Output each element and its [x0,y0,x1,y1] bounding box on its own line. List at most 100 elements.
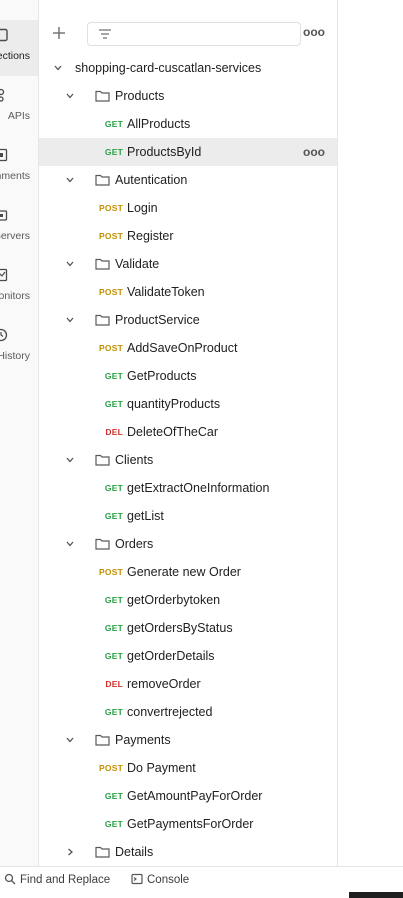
request-row[interactable]: DEL removeOrder [39,670,337,698]
status-bar: Find and Replace Console [0,866,403,893]
request-row[interactable]: DEL DeleteOfTheCar [39,418,337,446]
rail-label: Collections [0,50,30,62]
request-row[interactable]: POST Login [39,194,337,222]
method-badge: POST [99,287,123,297]
chevron-right-icon[interactable] [65,847,75,857]
collection-name: shopping-card-cuscatlan-services [75,61,262,75]
folder-row[interactable]: Clients [39,446,337,474]
request-label: getOrderbytoken [127,593,221,607]
request-row[interactable]: GET getOrderDetails [39,642,337,670]
more-options-button[interactable]: ooo [303,25,325,39]
chevron-down-icon[interactable] [65,315,75,325]
folder-row[interactable]: Payments [39,726,337,754]
collections-icon [0,28,8,42]
request-label: quantityProducts [127,397,221,411]
search-icon [4,873,16,885]
request-row[interactable]: GET convertrejected [39,698,337,726]
folder-row[interactable]: Autentication [39,166,337,194]
method-badge: POST [99,203,123,213]
method-badge: GET [104,483,123,493]
method-badge: GET [104,651,123,661]
folder-row[interactable]: Details [39,838,337,866]
request-label: getExtractOneInformation [127,481,270,495]
mock-servers-icon [0,210,8,221]
folder-row[interactable]: Products [39,82,337,110]
method-badge: POST [99,763,123,773]
request-row[interactable]: GET GetAmountPayForOrder [39,782,337,810]
method-badge: DEL [105,427,123,437]
rail-label: APIs [7,110,30,122]
rail-item-mock-servers[interactable]: Mock Servers [0,200,38,256]
request-row[interactable]: GET getExtractOneInformation [39,474,337,502]
request-label: GetProducts [127,369,197,383]
method-badge: POST [99,343,123,353]
row-more-button[interactable]: ooo [303,145,325,159]
method-badge: DEL [105,679,123,689]
collections-toolbar: ooo [39,20,337,48]
rail-item-history[interactable]: History [0,320,38,376]
request-row[interactable]: GET getList [39,502,337,530]
chevron-down-icon[interactable] [65,455,75,465]
folder-row[interactable]: Orders [39,530,337,558]
request-row[interactable]: POST ValidateToken [39,278,337,306]
console-icon [131,873,143,885]
folder-label: Validate [115,257,160,271]
folder-row[interactable]: ProductService [39,306,337,334]
request-label: DeleteOfTheCar [127,425,219,439]
folder-label: Products [115,89,165,103]
request-row[interactable]: POST Generate new Order [39,558,337,586]
history-icon [0,328,8,342]
folder-icon [95,314,110,326]
request-label: getList [127,509,164,523]
method-badge: GET [104,371,123,381]
chevron-down-icon[interactable] [65,259,75,269]
request-row[interactable]: GET ProductsById ooo [39,138,337,166]
environments-icon [0,148,8,162]
folder-row[interactable]: Validate [39,250,337,278]
request-label: getOrdersByStatus [127,621,233,635]
chevron-down-icon[interactable] [65,539,75,549]
chevron-down-icon[interactable] [65,91,75,101]
rail-item-environments[interactable]: Environments [0,140,38,196]
request-row[interactable]: POST Do Payment [39,754,337,782]
chevron-down-icon[interactable] [65,735,75,745]
chevron-down-icon[interactable] [65,175,75,185]
request-row[interactable]: GET GetPaymentsForOrder [39,810,337,838]
folder-label: Payments [115,733,171,747]
taskbar-fragment [349,892,403,898]
request-row[interactable]: GET AllProducts [39,110,337,138]
rail-item-collections[interactable]: Collections [0,20,38,76]
request-row[interactable]: GET quantityProducts [39,390,337,418]
rail-item-apis[interactable]: APIs [0,80,38,136]
method-badge: GET [104,147,123,157]
console-button[interactable]: Console [131,873,189,887]
app-window: Collections APIs Environments Mock Serve… [0,0,403,898]
request-label: convertrejected [127,705,213,719]
request-row[interactable]: GET getOrderbytoken [39,586,337,614]
folder-label: Autentication [115,173,188,187]
sidebar-rail: Collections APIs Environments Mock Serve… [0,0,39,866]
method-badge: GET [104,707,123,717]
request-row[interactable]: GET getOrdersByStatus [39,614,337,642]
request-label: getOrderDetails [127,649,215,663]
method-badge: GET [104,119,123,129]
collection-row[interactable]: shopping-card-cuscatlan-services [39,54,337,82]
filter-input[interactable] [87,22,301,46]
request-row[interactable]: GET GetProducts [39,362,337,390]
chevron-down-icon[interactable] [53,63,63,73]
plus-icon[interactable] [52,26,66,40]
find-replace-label: Find and Replace [20,874,111,886]
request-row[interactable]: POST Register [39,222,337,250]
find-replace-button[interactable]: Find and Replace [4,873,110,887]
folder-label: Orders [115,537,154,551]
method-badge: GET [104,595,123,605]
request-label: Do Payment [127,761,196,775]
rail-item-monitors[interactable]: Monitors [0,260,38,316]
method-badge: POST [99,567,123,577]
rail-label: History [0,350,30,362]
request-label: AllProducts [127,117,191,131]
request-row[interactable]: POST AddSaveOnProduct [39,334,337,362]
filter-icon [99,29,111,39]
folder-icon [95,174,110,186]
collections-panel: ooo shopping-card-cuscatlan-services Pro… [39,0,338,866]
